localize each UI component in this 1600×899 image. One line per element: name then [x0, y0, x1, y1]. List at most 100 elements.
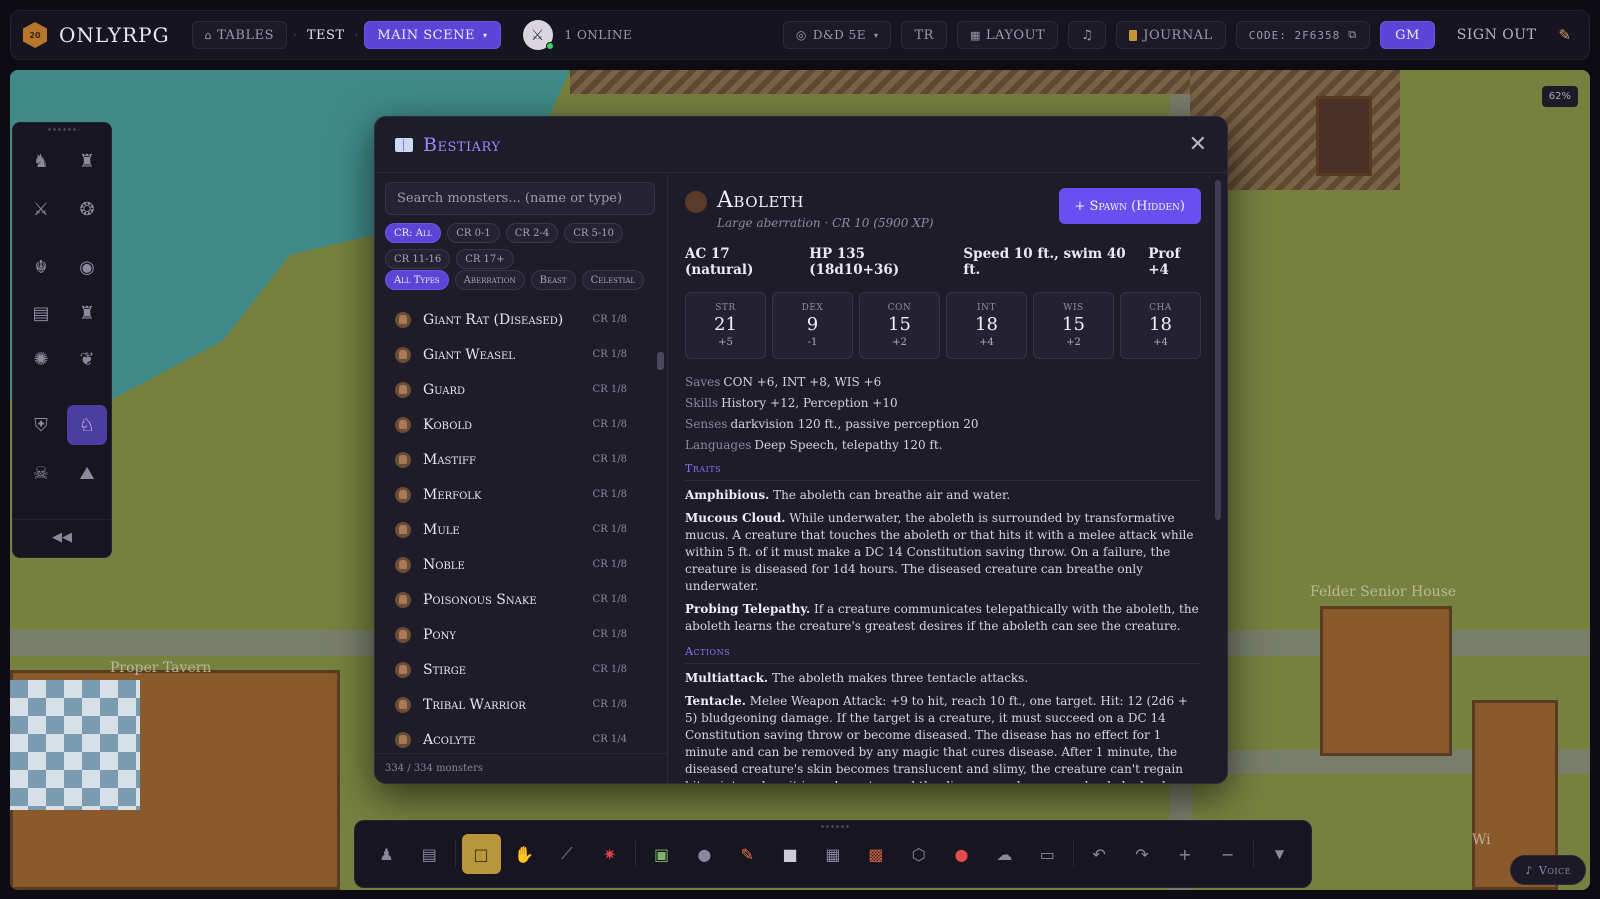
zoom-in-icon[interactable]: +	[1165, 834, 1204, 874]
list-item[interactable]: Tribal Warrior CR 1/8	[375, 687, 655, 722]
separator-dot: ·	[354, 28, 359, 42]
fill-square-icon[interactable]: ■	[771, 834, 810, 874]
list-item[interactable]: Mastiff CR 1/8	[375, 442, 655, 477]
dragon-icon[interactable]: ☬	[21, 247, 61, 287]
zoom-out-icon[interactable]: −	[1208, 834, 1247, 874]
table-name[interactable]: TEST	[303, 21, 349, 49]
polygon-icon[interactable]: ⬡	[899, 834, 938, 874]
ruler-icon[interactable]: ⟋	[547, 834, 586, 874]
knight-icon[interactable]: ♞	[21, 141, 61, 181]
character-icon[interactable]: ♟	[367, 834, 406, 874]
swords-icon[interactable]: ⚔	[21, 189, 61, 229]
user-avatar[interactable]: ⚔	[522, 20, 554, 50]
monster-name: Guard	[423, 381, 466, 398]
monster-icon[interactable]: ♘	[67, 405, 107, 445]
monster-cr: CR 1/8	[592, 349, 627, 360]
skull-icon[interactable]: ☠	[21, 453, 61, 493]
select-tool-icon[interactable]: □	[461, 834, 501, 874]
journal-icon	[1129, 29, 1138, 41]
list-item[interactable]: Acolyte CR 1/4	[375, 722, 655, 757]
voice-button[interactable]: ♪ Voice	[1510, 855, 1586, 885]
detail-scrollbar[interactable]	[1215, 180, 1221, 520]
ability-cha: CHA 18 +4	[1120, 292, 1201, 359]
spiral-icon[interactable]: ✺	[21, 339, 61, 379]
list-item[interactable]: Guard CR 1/8	[375, 372, 655, 407]
fog-icon[interactable]: ☁	[985, 834, 1024, 874]
journal-button[interactable]: JOURNAL	[1116, 21, 1226, 49]
filter-cr-11-16[interactable]: CR 11-16	[385, 249, 451, 269]
gem-icon[interactable]: ❂	[67, 189, 107, 229]
map-senior-house	[1320, 606, 1452, 756]
tr-button[interactable]: TR	[901, 21, 947, 49]
camera-icon[interactable]: ▭	[1028, 834, 1067, 874]
monster-token-icon	[395, 451, 411, 468]
music-button[interactable]: ♫	[1068, 21, 1107, 49]
room-code[interactable]: CODE: 2F6358 ⧉	[1235, 21, 1371, 49]
game-system-selector[interactable]: ◎ D&D 5E ▾	[782, 21, 892, 49]
image-icon[interactable]: ▣	[642, 834, 681, 874]
map-label-senior-house: Felder Senior House	[1310, 584, 1457, 600]
list-item[interactable]: Pony CR 1/8	[375, 617, 655, 652]
clipboard-icon[interactable]: ▤	[410, 834, 449, 874]
rook-icon[interactable]: ♜	[67, 141, 107, 181]
list-item[interactable]: Giant Weasel CR 1/8	[375, 337, 655, 372]
filter-cr-17-plus[interactable]: CR 17+	[456, 249, 514, 269]
spawn-hidden-button[interactable]: + Spawn (Hidden)	[1058, 188, 1201, 224]
filter-cr-all[interactable]: CR: All	[385, 223, 442, 243]
wand-icon[interactable]: ✎	[1558, 26, 1571, 44]
list-item[interactable]: Poisonous Snake CR 1/8	[375, 582, 655, 617]
filter-cr-5-10[interactable]: CR 5-10	[564, 223, 624, 243]
info-icon[interactable]: ●	[685, 834, 724, 874]
list-item[interactable]: Stirge CR 1/8	[375, 652, 655, 687]
ability-key: STR	[715, 303, 736, 313]
map-pin-icon[interactable]: ●	[942, 834, 981, 874]
wall-icon[interactable]: ▩	[856, 834, 895, 874]
list-item[interactable]: Giant Rat (Diseased) CR 1/8	[375, 302, 655, 337]
list-item[interactable]: Mule CR 1/8	[375, 512, 655, 547]
grid-icon[interactable]: ▦	[814, 834, 853, 874]
shield-icon[interactable]: ⛨	[21, 405, 61, 445]
tower-icon[interactable]: ♜	[67, 293, 107, 333]
bestiary-modal: Bestiary ✕ CR: All CR 0-1 CR 2-4 CR 5-10…	[374, 116, 1228, 784]
scene-selector[interactable]: MAIN SCENE ▾	[364, 21, 501, 49]
gm-badge[interactable]: GM	[1380, 21, 1435, 49]
filter-type-celestial[interactable]: Celestial	[581, 270, 645, 290]
ability-con: CON 15 +2	[859, 292, 940, 359]
scroll-icon[interactable]: ▤	[21, 293, 61, 333]
list-item[interactable]: Kobold CR 1/8	[375, 407, 655, 442]
brain-icon[interactable]: ❦	[67, 339, 107, 379]
chevron-down-icon: ▾	[873, 30, 879, 40]
pan-hand-icon[interactable]: ✋	[505, 834, 544, 874]
close-icon[interactable]: ✕	[1189, 133, 1207, 156]
trait-name: Mucous Cloud.	[685, 511, 786, 525]
property-label: Skills	[685, 396, 719, 410]
pencil-icon[interactable]: ✎	[728, 834, 767, 874]
drag-handle[interactable]	[820, 825, 850, 828]
eye-icon[interactable]: ◉	[67, 247, 107, 287]
list-scrollbar[interactable]	[657, 352, 664, 370]
filter-cr-0-1[interactable]: CR 0-1	[447, 223, 500, 243]
filter-type-aberration[interactable]: Aberration	[454, 270, 525, 290]
sign-out-button[interactable]: SIGN OUT	[1445, 21, 1549, 49]
filter-cr-2-4[interactable]: CR 2-4	[505, 223, 559, 243]
search-input[interactable]	[385, 182, 655, 215]
filter-type-beast[interactable]: Beast	[530, 270, 576, 290]
filter-type-all[interactable]: All Types	[385, 270, 449, 290]
hat-icon[interactable]: ⛰	[67, 453, 107, 493]
collapse-toolbar-icon[interactable]: ▼	[1260, 834, 1299, 874]
monster-token-icon	[395, 731, 411, 748]
ping-icon[interactable]: ✷	[590, 834, 629, 874]
layout-button[interactable]: ▦ LAYOUT	[956, 21, 1059, 49]
monster-name: Kobold	[423, 416, 473, 433]
token-tool-panel: ♞ ♜ ⚔ ❂ ☬ ◉ ▤ ♜ ✺ ❦ ⛨ ♘ ☠ ⛰ ◀◀	[12, 122, 112, 558]
redo-icon[interactable]: ↷	[1123, 834, 1162, 874]
drag-handle[interactable]	[47, 128, 79, 131]
toolbar-divider	[1072, 841, 1074, 867]
collapse-panel-button[interactable]: ◀◀	[13, 519, 111, 545]
list-item[interactable]: Noble CR 1/8	[375, 547, 655, 582]
proficiency: Prof +4	[1148, 246, 1181, 278]
list-item[interactable]: Merfolk CR 1/8	[375, 477, 655, 512]
tables-button[interactable]: ⌂ TABLES	[191, 21, 288, 49]
undo-icon[interactable]: ↶	[1080, 834, 1119, 874]
map-label-partial: Wi	[1472, 832, 1491, 848]
